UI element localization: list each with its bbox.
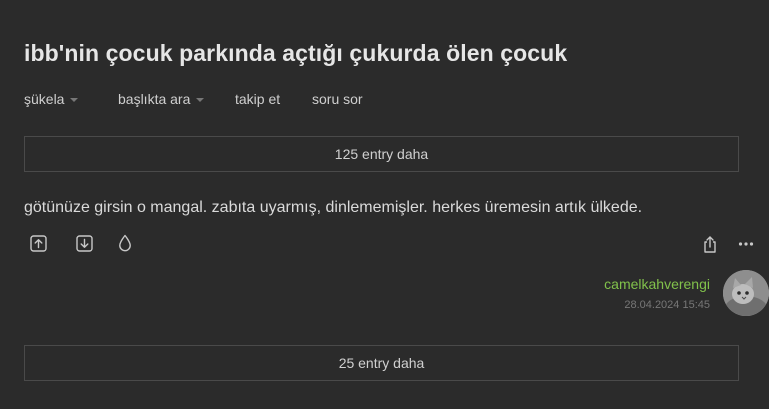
upvote-icon[interactable] [29,234,47,252]
author-avatar[interactable] [723,270,769,316]
load-more-label: 25 entry daha [338,355,425,371]
load-more-label: 125 entry daha [334,146,429,162]
chevron-down-icon [196,98,205,102]
search-in-topic-dropdown[interactable]: başlıkta ara [118,91,235,107]
more-options-icon[interactable] [737,238,755,250]
follow-link[interactable]: takip et [235,91,312,107]
topic-title[interactable]: ibb'nin çocuk parkında açtığı çukurda öl… [24,40,567,67]
chevron-down-icon [70,98,79,102]
entry-content: götünüze girsin o mangal. zabıta uyarmış… [24,199,643,216]
sukela-dropdown[interactable]: şükela [24,91,118,107]
search-in-topic-label: başlıkta ara [118,91,191,107]
entry-author-link[interactable]: camelkahverengi [604,276,710,292]
topic-subnav: şükela başlıkta ara takip et soru sor [24,90,363,108]
load-more-entries-top-button[interactable]: 125 entry daha [24,136,739,172]
follow-label: takip et [235,91,281,107]
share-icon[interactable] [701,234,719,254]
ask-question-label: soru sor [312,91,363,107]
favorite-drop-icon[interactable] [117,233,133,253]
ask-question-link[interactable]: soru sor [312,91,363,107]
downvote-icon[interactable] [75,234,93,252]
entry-date[interactable]: 28.04.2024 15:45 [624,299,710,311]
cat-avatar-icon [723,270,769,316]
load-more-entries-bottom-button[interactable]: 25 entry daha [24,345,739,381]
sukela-label: şükela [24,91,65,107]
